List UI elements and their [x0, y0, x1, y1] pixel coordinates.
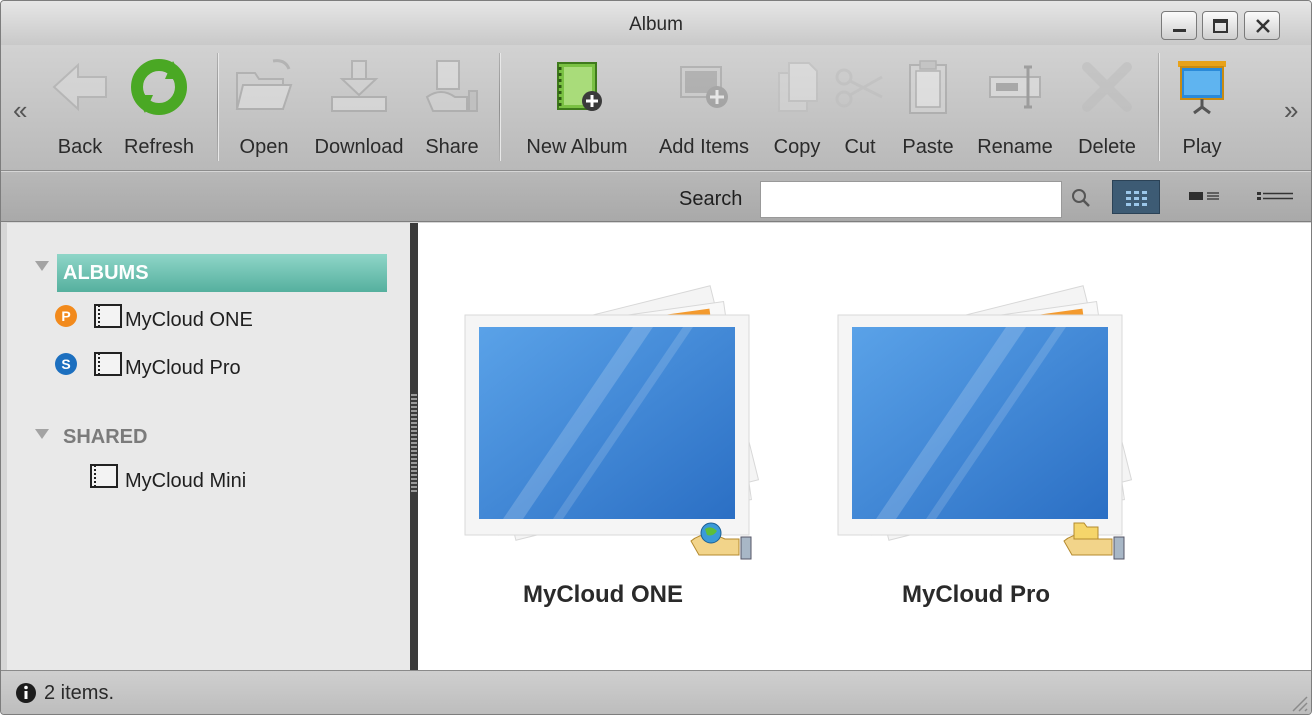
minimize-button[interactable]	[1161, 11, 1197, 40]
album-thumbnail-icon	[464, 285, 760, 560]
share-hand-icon	[425, 60, 478, 112]
shared-badge-icon: S	[55, 353, 77, 375]
album-window: Album « Back Refresh Open Download Share…	[0, 0, 1312, 715]
sidebar-item-mycloud-mini[interactable]: MyCloud Mini	[87, 463, 327, 495]
public-badge-icon: P	[55, 305, 77, 327]
detail-view-icon	[1257, 192, 1293, 200]
download-icon	[331, 60, 387, 112]
new-album-label: New Album	[526, 136, 628, 158]
album-tile-mycloud-one[interactable]: MyCloud ONE	[443, 263, 763, 623]
toolbar-scroll-right-icon[interactable]: »	[1284, 95, 1298, 126]
copy-button[interactable]: Copy	[765, 51, 829, 161]
albums-heading[interactable]: ALBUMS	[57, 254, 387, 292]
search-input[interactable]	[760, 181, 1062, 218]
album-book-icon	[94, 304, 122, 328]
shared-heading[interactable]: SHARED	[63, 426, 147, 449]
rename-label: Rename	[977, 136, 1053, 158]
refresh-icon	[131, 59, 187, 115]
toolbar-separator	[499, 53, 501, 161]
add-items-button[interactable]: Add Items	[645, 51, 763, 161]
album-grid: MyCloud ONE MyCloud Pro	[418, 223, 1311, 670]
sidebar-item-label: MyCloud Mini	[125, 470, 247, 492]
rename-icon	[989, 65, 1041, 109]
refresh-button[interactable]: Refresh	[111, 51, 207, 161]
copy-icon	[778, 62, 818, 112]
close-icon	[1256, 19, 1270, 33]
delete-x-icon	[1082, 62, 1132, 112]
album-thumbnail-icon	[837, 285, 1133, 560]
albums-expand-icon[interactable]	[35, 261, 49, 271]
close-button[interactable]	[1244, 11, 1280, 40]
search-label: Search	[679, 188, 743, 210]
minimize-icon	[1173, 29, 1186, 32]
grid-view-icon	[1126, 191, 1147, 206]
resize-grip-icon[interactable]	[1289, 693, 1309, 713]
search-icon[interactable]	[1071, 188, 1091, 208]
grid-view-button[interactable]	[1112, 180, 1160, 214]
play-label: Play	[1182, 136, 1222, 158]
maximize-button[interactable]	[1202, 11, 1238, 40]
scissors-icon	[835, 68, 883, 108]
share-button[interactable]: Share	[417, 51, 487, 161]
album-tile-mycloud-pro[interactable]: MyCloud Pro	[816, 263, 1136, 623]
album-caption: MyCloud ONE	[523, 581, 683, 608]
sidebar-item-label: MyCloud Pro	[125, 357, 241, 379]
maximize-icon	[1213, 19, 1228, 33]
add-items-icon	[680, 66, 728, 108]
back-button[interactable]: Back	[49, 51, 111, 161]
toolbar-separator	[1158, 53, 1160, 161]
clipboard-icon	[909, 60, 947, 114]
cut-button[interactable]: Cut	[833, 51, 887, 161]
back-label: Back	[57, 136, 103, 158]
list-view-button[interactable]	[1181, 180, 1229, 214]
slideshow-screen-icon	[1178, 61, 1226, 115]
info-icon	[16, 683, 36, 703]
delete-button[interactable]: Delete	[1067, 51, 1147, 161]
sidebar: ALBUMS P MyCloud ONE S MyCloud Pro SHARE…	[7, 223, 410, 670]
title-bar[interactable]: Album	[1, 1, 1311, 45]
folder-open-icon	[235, 59, 293, 110]
share-label: Share	[425, 136, 479, 158]
detail-view-button[interactable]	[1251, 180, 1299, 214]
sidebar-item-mycloud-one[interactable]: P MyCloud ONE	[55, 303, 335, 335]
album-book-icon	[90, 464, 118, 488]
open-button[interactable]: Open	[229, 51, 299, 161]
sidebar-item-label: MyCloud ONE	[125, 309, 253, 331]
toolbar-scroll-left-icon[interactable]: «	[13, 95, 27, 126]
status-bar: 2 items.	[1, 670, 1311, 714]
add-items-label: Add Items	[658, 136, 750, 158]
open-label: Open	[239, 136, 289, 158]
download-button[interactable]: Download	[301, 51, 417, 161]
window-title: Album	[629, 14, 683, 35]
album-caption: MyCloud Pro	[902, 581, 1050, 608]
search-bar: Search	[1, 172, 1311, 222]
copy-label: Copy	[773, 136, 821, 158]
shared-expand-icon[interactable]	[35, 429, 49, 439]
paste-button[interactable]: Paste	[891, 51, 965, 161]
album-book-icon	[94, 352, 122, 376]
delete-label: Delete	[1078, 136, 1136, 158]
sidebar-item-mycloud-pro[interactable]: S MyCloud Pro	[55, 351, 335, 383]
toolbar: « Back Refresh Open Download Share New A…	[1, 45, 1311, 171]
paste-label: Paste	[902, 136, 954, 158]
download-label: Download	[314, 136, 404, 158]
cut-label: Cut	[844, 136, 876, 158]
new-album-button[interactable]: New Album	[511, 51, 643, 161]
status-text: 2 items.	[44, 682, 115, 704]
play-button[interactable]: Play	[1169, 51, 1235, 161]
back-arrow-icon	[52, 62, 107, 112]
toolbar-separator	[217, 53, 219, 161]
list-view-icon	[1189, 192, 1219, 200]
refresh-label: Refresh	[123, 136, 195, 158]
rename-button[interactable]: Rename	[967, 51, 1063, 161]
splitter-grip-icon[interactable]	[411, 394, 417, 494]
new-album-icon	[557, 62, 602, 111]
